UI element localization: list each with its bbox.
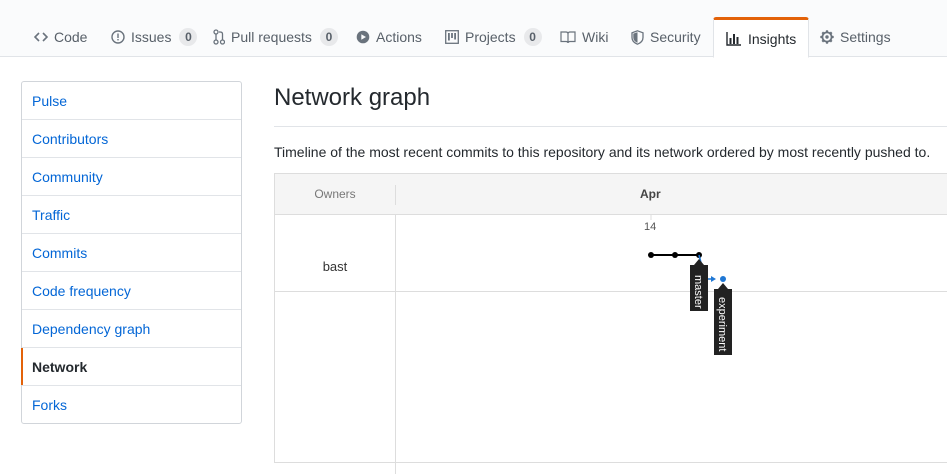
menu-item-dependency-graph[interactable]: Dependency graph <box>22 310 241 348</box>
page-title: Network graph <box>274 84 431 111</box>
tab-projects[interactable]: Projects 0 <box>445 17 542 57</box>
menu-item-forks[interactable]: Forks <box>22 386 241 424</box>
title-divider <box>274 126 947 127</box>
tab-label: Security <box>650 29 701 45</box>
projects-counter: 0 <box>523 28 542 46</box>
graph-icon <box>726 31 742 46</box>
branch-label-master[interactable]: master <box>690 259 708 311</box>
tab-insights[interactable]: Insights <box>713 17 810 58</box>
branch-label-experiment[interactable]: experiment <box>714 283 732 355</box>
tab-label: Actions <box>376 29 422 45</box>
issue-icon <box>111 30 125 44</box>
tab-label: Settings <box>840 29 891 45</box>
pull-requests-counter: 0 <box>319 28 338 46</box>
gear-icon <box>820 30 834 44</box>
page-description: Timeline of the most recent commits to t… <box>274 144 931 160</box>
tab-wiki[interactable]: Wiki <box>560 17 608 57</box>
menu-item-pulse[interactable]: Pulse <box>22 82 241 120</box>
book-icon <box>560 30 576 44</box>
repo-nav: Code Issues 0 Pull requests 0 Actions Pr… <box>0 0 947 58</box>
tab-security[interactable]: Security <box>631 17 701 57</box>
branch-arrow-icon <box>711 276 716 282</box>
tab-issues[interactable]: Issues 0 <box>111 17 198 57</box>
menu-item-community[interactable]: Community <box>22 158 241 196</box>
commit-dot[interactable] <box>720 276 726 282</box>
pull-request-icon <box>213 29 225 45</box>
menu-item-traffic[interactable]: Traffic <box>22 196 241 234</box>
menu-item-network[interactable]: Network <box>21 348 241 386</box>
network-graph-canvas: master experiment <box>648 214 732 355</box>
code-icon <box>34 30 48 44</box>
tab-settings[interactable]: Settings <box>820 17 891 57</box>
branch-label-text: experiment <box>716 297 728 351</box>
tab-label: Pull requests <box>231 29 312 45</box>
tab-label: Insights <box>748 30 797 47</box>
menu-item-contributors[interactable]: Contributors <box>22 120 241 158</box>
tab-label: Projects <box>465 29 516 45</box>
tab-code[interactable]: Code <box>34 17 87 57</box>
insights-menu: Pulse Contributors Community Traffic Com… <box>21 81 242 424</box>
shield-icon <box>631 29 644 45</box>
branch-label-text: master <box>692 275 704 309</box>
commit-dot[interactable] <box>648 252 654 258</box>
tab-label: Issues <box>131 29 172 45</box>
tab-label: Code <box>54 29 88 45</box>
commit-dot[interactable] <box>672 252 678 258</box>
menu-item-code-frequency[interactable]: Code frequency <box>22 272 241 310</box>
tab-label: Wiki <box>582 29 609 45</box>
menu-item-commits[interactable]: Commits <box>22 234 241 272</box>
project-icon <box>445 30 459 44</box>
tab-pull-requests[interactable]: Pull requests 0 <box>213 17 338 57</box>
network-graph[interactable]: Owners Apr bast 14 master experiment <box>274 173 947 474</box>
play-icon <box>356 30 370 44</box>
issues-counter: 0 <box>179 28 198 46</box>
tab-actions[interactable]: Actions <box>356 17 422 57</box>
